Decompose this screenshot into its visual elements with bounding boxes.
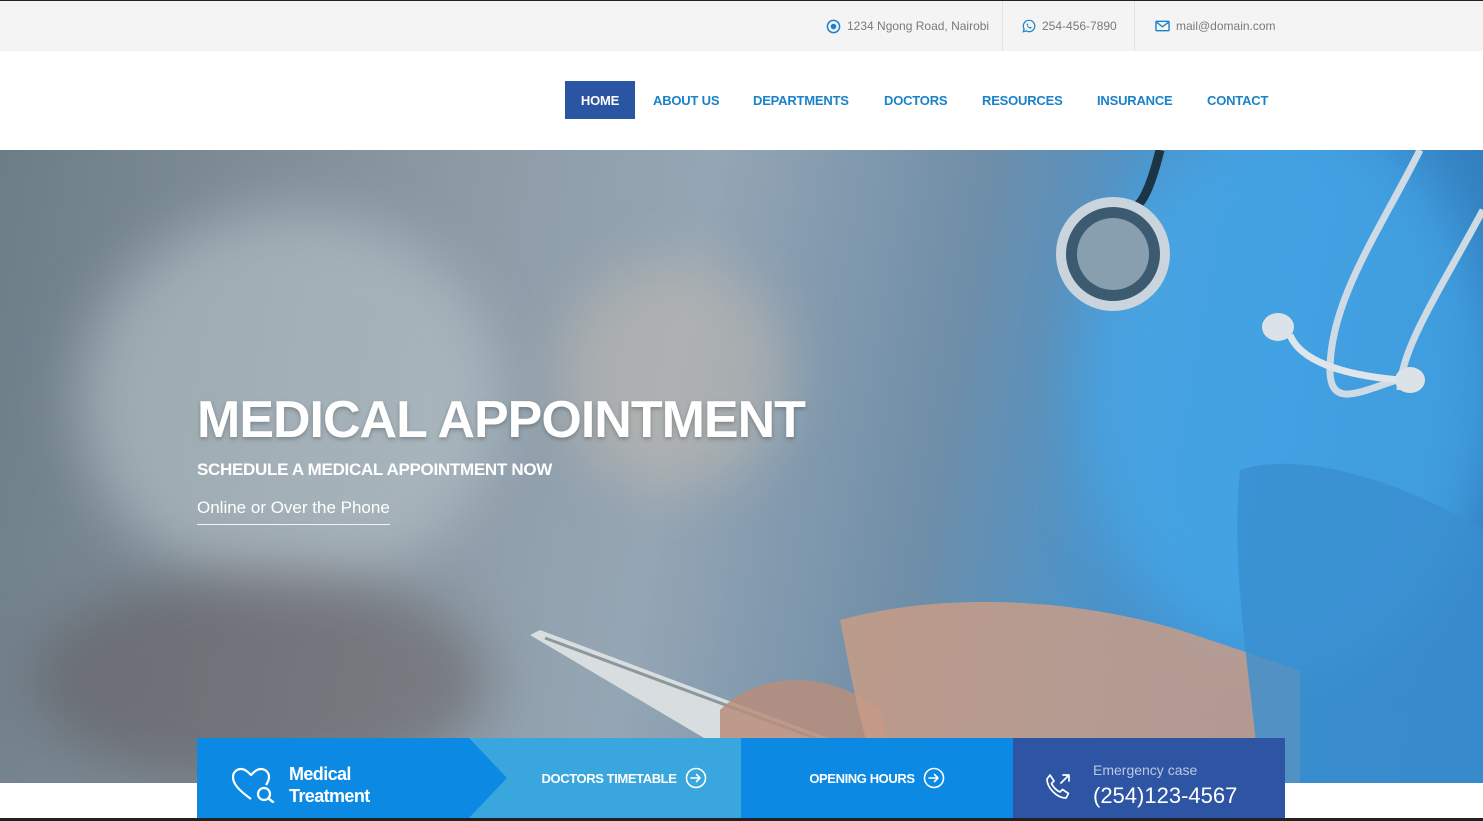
nav-insurance[interactable]: INSURANCE bbox=[1097, 81, 1173, 119]
medical-label-line2: Treatment bbox=[289, 786, 370, 806]
arrow-right-circle-icon bbox=[923, 767, 944, 789]
opening-hours-label: OPENING HOURS bbox=[809, 770, 915, 786]
emergency-box[interactable]: Emergency case (254)123-4567 bbox=[1013, 738, 1285, 818]
nav-departments[interactable]: DEPARTMENTS bbox=[753, 81, 849, 119]
address-info: 1234 Ngong Road, Nairobi bbox=[826, 1, 989, 51]
medical-label-line1: Medical bbox=[289, 764, 351, 784]
nav-doctors[interactable]: DOCTORS bbox=[884, 81, 948, 119]
location-icon bbox=[826, 19, 841, 33]
main-navigation: HOME ABOUT US DEPARTMENTS DOCTORS RESOUR… bbox=[0, 51, 1483, 150]
arrow-right-circle-icon bbox=[685, 767, 706, 789]
nav-about-us[interactable]: ABOUT US bbox=[653, 81, 719, 119]
divider bbox=[1002, 1, 1003, 51]
medical-treatment-box[interactable]: Medical Treatment bbox=[197, 738, 469, 818]
whatsapp-icon bbox=[1022, 19, 1036, 33]
nav-resources[interactable]: RESOURCES bbox=[982, 81, 1063, 119]
email-text: mail@domain.com bbox=[1176, 19, 1276, 33]
phone-text: 254-456-7890 bbox=[1042, 19, 1117, 33]
phone-info[interactable]: 254-456-7890 bbox=[1022, 1, 1117, 51]
emergency-label: Emergency case bbox=[1093, 762, 1198, 778]
address-text: 1234 Ngong Road, Nairobi bbox=[847, 19, 990, 33]
nav-contact[interactable]: CONTACT bbox=[1207, 81, 1268, 119]
hero-title: MEDICAL APPOINTMENT bbox=[197, 391, 806, 449]
opening-hours-button[interactable]: OPENING HOURS bbox=[741, 738, 1013, 818]
medical-treatment-label: Medical Treatment bbox=[289, 763, 370, 807]
hero-banner: MEDICAL APPOINTMENT SCHEDULE A MEDICAL A… bbox=[0, 150, 1483, 783]
doctors-timetable-button[interactable]: DOCTORS TIMETABLE bbox=[507, 738, 741, 818]
mail-icon bbox=[1155, 20, 1170, 32]
top-info-bar: 1234 Ngong Road, Nairobi 254-456-7890 ma… bbox=[0, 0, 1483, 51]
divider bbox=[1134, 1, 1135, 51]
online-or-phone-link[interactable]: Online or Over the Phone bbox=[197, 498, 390, 525]
arrow-divider bbox=[469, 738, 507, 818]
feature-bar: Medical Treatment DOCTORS TIMETABLE OPEN… bbox=[197, 738, 1285, 818]
emergency-phone[interactable]: (254)123-4567 bbox=[1093, 783, 1237, 809]
nav-home[interactable]: HOME bbox=[565, 81, 635, 119]
hero-subtitle: SCHEDULE A MEDICAL APPOINTMENT NOW bbox=[197, 460, 552, 479]
phone-call-icon bbox=[1046, 774, 1070, 799]
email-info[interactable]: mail@domain.com bbox=[1155, 1, 1276, 51]
doctors-timetable-label: DOCTORS TIMETABLE bbox=[541, 770, 677, 786]
heart-search-icon bbox=[231, 767, 275, 803]
